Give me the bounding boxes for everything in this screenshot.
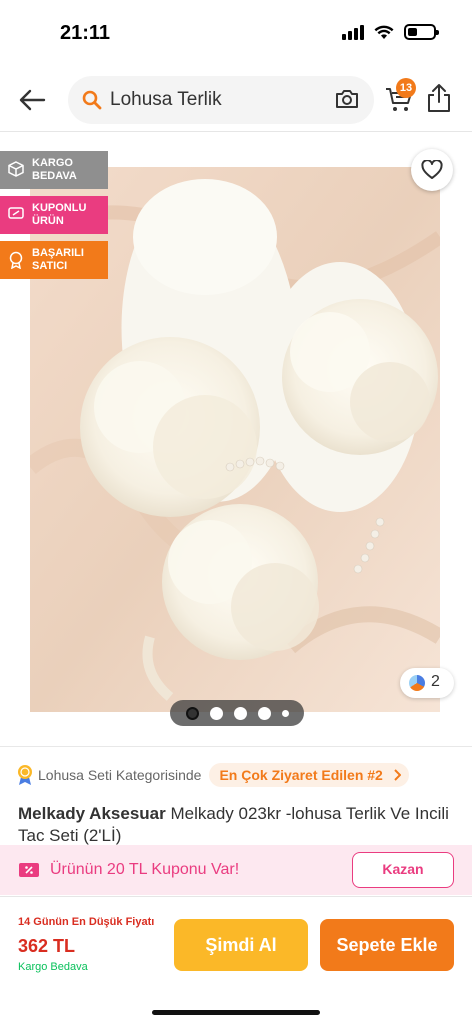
award-icon bbox=[18, 765, 32, 785]
wifi-icon bbox=[374, 25, 394, 39]
gallery-icon bbox=[409, 675, 425, 691]
camera-icon[interactable] bbox=[334, 87, 360, 111]
status-bar: 21:11 bbox=[0, 0, 472, 64]
pagination-dot[interactable] bbox=[209, 706, 223, 720]
pagination-dot[interactable] bbox=[233, 706, 247, 720]
home-indicator bbox=[152, 1010, 320, 1015]
top-nav: Lohusa Terlik 13 bbox=[0, 68, 472, 132]
product-brand[interactable]: Melkady Aksesuar bbox=[18, 804, 166, 823]
badge-successful-seller: BAŞARILI SATICI bbox=[0, 241, 108, 279]
signal-icon bbox=[342, 24, 364, 40]
shipping-note: Kargo Bedava bbox=[18, 961, 88, 973]
price: 362 TL bbox=[18, 936, 76, 956]
add-to-cart-button[interactable]: Sepete Ekle bbox=[320, 919, 454, 971]
cart-count-badge: 13 bbox=[396, 78, 416, 98]
pagination-dot[interactable] bbox=[185, 706, 199, 720]
search-bar[interactable]: Lohusa Terlik bbox=[68, 76, 374, 124]
back-arrow-icon[interactable] bbox=[16, 84, 48, 116]
pagination-dot[interactable] bbox=[257, 706, 271, 720]
coupon-icon bbox=[8, 207, 24, 219]
share-icon[interactable] bbox=[426, 82, 452, 114]
box-icon bbox=[8, 161, 24, 177]
claim-coupon-button[interactable]: Kazan bbox=[352, 852, 454, 888]
search-icon bbox=[82, 90, 102, 110]
category-label: Lohusa Seti Kategorisinde bbox=[38, 767, 202, 783]
category-rank-chip[interactable]: En Çok Ziyaret Edilen #2 bbox=[209, 763, 409, 787]
status-time: 21:11 bbox=[60, 22, 111, 44]
search-query: Lohusa Terlik bbox=[110, 89, 222, 110]
photo-count: 2 bbox=[431, 673, 440, 690]
medal-icon bbox=[9, 251, 23, 269]
chevron-right-icon bbox=[394, 769, 401, 781]
category-ranking-row: Lohusa Seti Kategorisinde En Çok Ziyaret… bbox=[16, 762, 409, 788]
heart-icon bbox=[421, 160, 443, 179]
coupon-icon bbox=[19, 863, 39, 877]
coupon-text: Ürünün 20 TL Kuponu Var! bbox=[50, 861, 240, 878]
product-title: Melkady Aksesuar Melkady 023kr -lohusa T… bbox=[18, 803, 458, 847]
image-pagination[interactable] bbox=[170, 700, 304, 726]
badge-free-shipping: KARGO BEDAVA bbox=[0, 151, 108, 189]
badge-coupon-product: KUPONLU ÜRÜN bbox=[0, 196, 108, 234]
coupon-banner: Ürünün 20 TL Kuponu Var! Kazan bbox=[0, 845, 472, 895]
favorite-button[interactable] bbox=[411, 149, 453, 191]
pagination-dot[interactable] bbox=[281, 709, 289, 717]
divider bbox=[0, 746, 472, 747]
photo-count-chip[interactable]: 2 bbox=[400, 668, 454, 698]
buy-now-button[interactable]: Şimdi Al bbox=[174, 919, 308, 971]
status-icons bbox=[342, 24, 439, 40]
lowest-price-note: 14 Günün En Düşük Fiyatı bbox=[18, 916, 155, 928]
purchase-bar: 14 Günün En Düşük Fiyatı 362 TL Kargo Be… bbox=[0, 896, 472, 1024]
battery-icon bbox=[404, 24, 439, 40]
